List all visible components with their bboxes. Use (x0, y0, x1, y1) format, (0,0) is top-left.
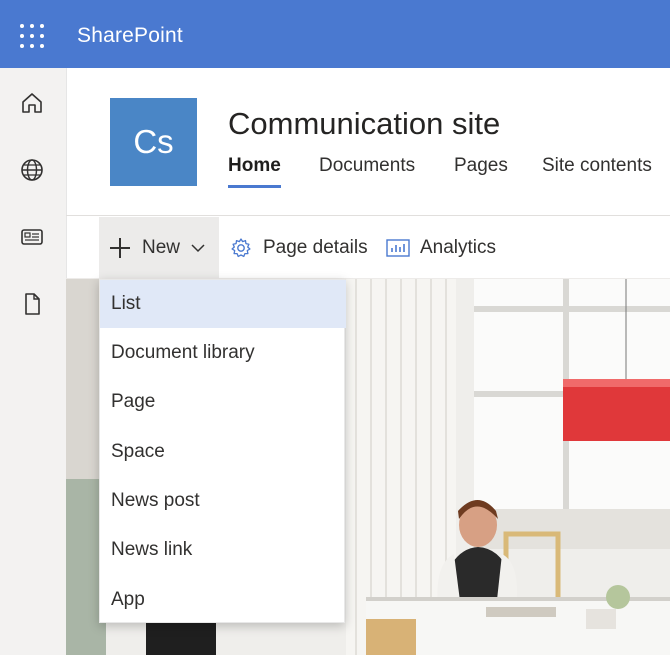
plus-icon (110, 237, 130, 258)
new-button-label: New (142, 236, 181, 258)
site-title[interactable]: Communication site (228, 106, 500, 142)
nav-home[interactable]: Home (228, 155, 281, 188)
analytics-button[interactable]: Analytics (386, 217, 496, 278)
gear-icon (231, 237, 251, 257)
page-details-button[interactable]: Page details (230, 217, 368, 278)
new-dropdown-menu: List Document library Page Space News po… (99, 279, 346, 624)
analytics-icon (386, 238, 410, 257)
menu-item-document-library[interactable]: Document library (100, 329, 346, 377)
globe-icon[interactable] (19, 157, 45, 183)
header-divider (66, 215, 670, 216)
chevron-down-icon (191, 243, 205, 252)
nav-site-contents[interactable]: Site contents (542, 155, 652, 177)
suite-bar: SharePoint (0, 0, 670, 68)
app-launcher-icon[interactable] (20, 24, 44, 48)
suite-brand[interactable]: SharePoint (77, 24, 183, 48)
menu-item-list[interactable]: List (100, 280, 346, 328)
new-button[interactable]: New (99, 217, 219, 278)
nav-documents[interactable]: Documents (319, 155, 415, 177)
menu-item-page[interactable]: Page (100, 378, 346, 426)
menu-item-app[interactable]: App (100, 576, 346, 624)
document-icon[interactable] (19, 291, 45, 317)
menu-item-news-link[interactable]: News link (100, 526, 346, 574)
page-details-label: Page details (263, 236, 368, 258)
left-rail (0, 68, 67, 655)
home-icon[interactable] (19, 90, 45, 116)
news-icon[interactable] (19, 224, 45, 250)
site-logo[interactable]: Cs (110, 98, 197, 186)
menu-item-news-post[interactable]: News post (100, 477, 346, 525)
analytics-label: Analytics (420, 236, 497, 258)
nav-pages[interactable]: Pages (454, 155, 508, 177)
menu-item-space[interactable]: Space (100, 428, 346, 476)
